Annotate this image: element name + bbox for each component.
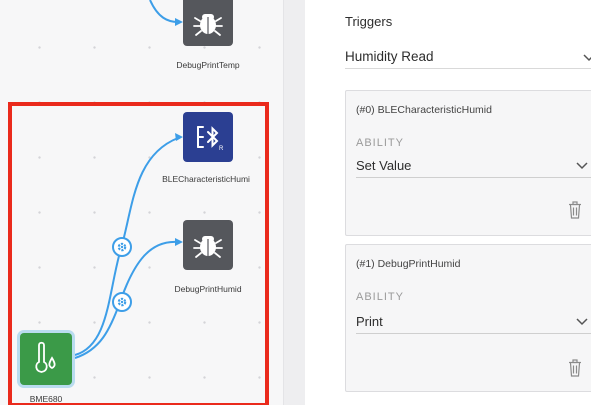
ability-dropdown-value: Print: [356, 314, 383, 329]
ability-dropdown-value: Set Value: [356, 158, 412, 173]
node-label-debug-print-temp: DebugPrintTemp: [176, 60, 240, 70]
trigger-dropdown-value: Humidity Read: [345, 49, 434, 64]
bluetooth-icon: R: [197, 126, 224, 152]
chevron-down-icon: [583, 54, 591, 62]
humidity-sensor-icon: [35, 341, 56, 373]
action-card-debug-print-humid: (#1) DebugPrintHumid ABILITY Print: [345, 244, 591, 392]
bug-icon: [193, 236, 223, 258]
chevron-down-icon: [576, 318, 588, 326]
node-bme680[interactable]: [20, 333, 72, 385]
triggers-label: Triggers: [345, 14, 393, 29]
action-card-ble-characteristic-humid: (#0) BLECharacteristicHumid ABILITY Set …: [345, 90, 591, 236]
ability-label: ABILITY: [356, 291, 404, 303]
workflow-canvas[interactable]: DebugPrintTemp R BLECharacteristicHumi D…: [0, 0, 283, 405]
trash-icon[interactable]: [568, 359, 582, 377]
wire-to-debug-print-temp: [149, 0, 179, 23]
connection-settings-gear-icon[interactable]: [112, 292, 132, 312]
node-label-ble-characteristic-humid: BLECharacteristicHumi: [162, 174, 250, 184]
bug-icon: [193, 14, 223, 36]
arrowhead: [175, 18, 183, 26]
panel-divider: [283, 0, 306, 405]
ability-label: ABILITY: [356, 137, 404, 149]
chevron-down-icon: [576, 162, 588, 170]
node-debug-print-temp[interactable]: [183, 0, 233, 46]
node-ble-characteristic-humid[interactable]: R: [183, 112, 233, 162]
svg-text:R: R: [219, 146, 224, 152]
trigger-dropdown[interactable]: Humidity Read: [345, 44, 591, 69]
connection-settings-gear-icon[interactable]: [112, 237, 132, 257]
arrowhead: [175, 133, 183, 141]
gear-icon: [117, 242, 127, 252]
properties-panel: Triggers Humidity Read (#0) BLECharacter…: [305, 0, 591, 405]
node-label-bme680: BME680: [29, 394, 63, 404]
ability-dropdown[interactable]: Print: [356, 311, 591, 334]
trash-icon[interactable]: [568, 201, 582, 219]
arrowhead: [175, 238, 183, 246]
node-label-debug-print-humid: DebugPrintHumid: [174, 284, 242, 294]
gear-icon: [117, 297, 127, 307]
node-debug-print-humid[interactable]: [183, 220, 233, 270]
action-card-title: (#0) BLECharacteristicHumid: [356, 104, 492, 116]
action-card-title: (#1) DebugPrintHumid: [356, 258, 461, 270]
ability-dropdown[interactable]: Set Value: [356, 155, 591, 178]
